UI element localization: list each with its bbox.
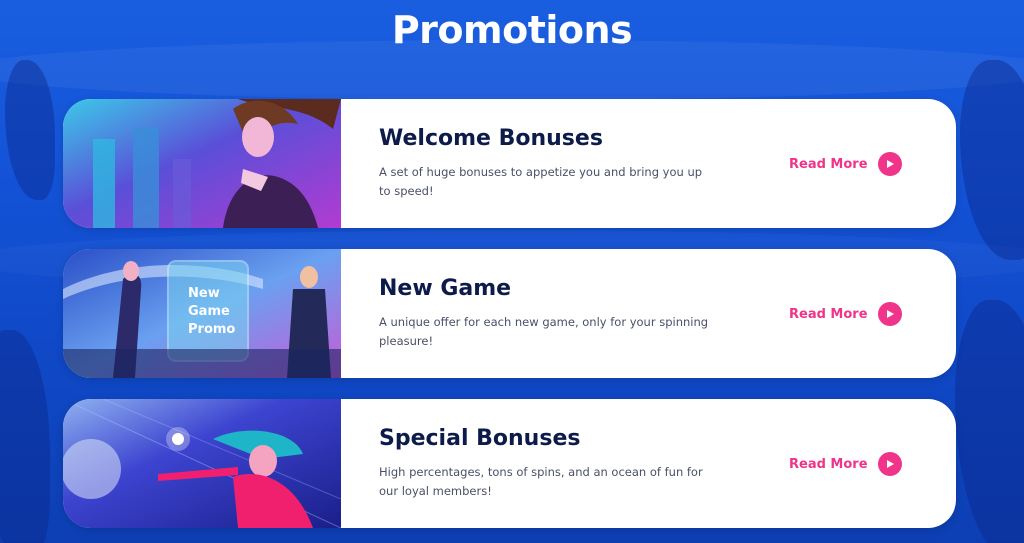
promotion-title: New Game [379,276,512,301]
promotion-title: Welcome Bonuses [379,126,603,151]
read-more-label: Read More [789,456,868,472]
promotion-description: A set of huge bonuses to appetize you an… [379,165,703,198]
read-more-label: Read More [789,156,868,172]
read-more-button[interactable]: Read More [789,451,902,477]
read-more-button[interactable]: Read More [789,151,902,177]
promotion-card-special-bonuses: Special Bonuses High percentages, tons o… [63,399,956,528]
promotion-description: High percentages, tons of spins, and an … [379,465,703,498]
page-title: Promotions [391,8,633,52]
play-icon [877,452,902,476]
read-more-button[interactable]: Read More [789,301,902,327]
promotions-list: Welcome Bonuses A set of huge bonuses to… [63,99,956,543]
read-more-label: Read More [789,306,868,322]
promotion-card-new-game: New Game Promo New Game A unique offer f… [63,249,956,378]
svg-text:Game: Game [188,304,230,319]
mermaid-illustration [63,399,341,528]
play-icon [877,302,902,326]
new-game-promo-illustration: New Game Promo [63,249,341,378]
special-bonuses-image [63,399,341,528]
new-game-image: New Game Promo [63,249,341,378]
promotion-description: A unique offer for each new game, only f… [379,315,709,348]
promotion-title: Special Bonuses [379,426,581,451]
play-icon [877,152,902,176]
welcome-bonuses-image [63,99,341,228]
svg-text:Promo: Promo [188,322,235,337]
svg-text:New: New [188,286,220,301]
woman-city-illustration [63,99,341,228]
promotion-card-welcome-bonuses: Welcome Bonuses A set of huge bonuses to… [63,99,956,228]
